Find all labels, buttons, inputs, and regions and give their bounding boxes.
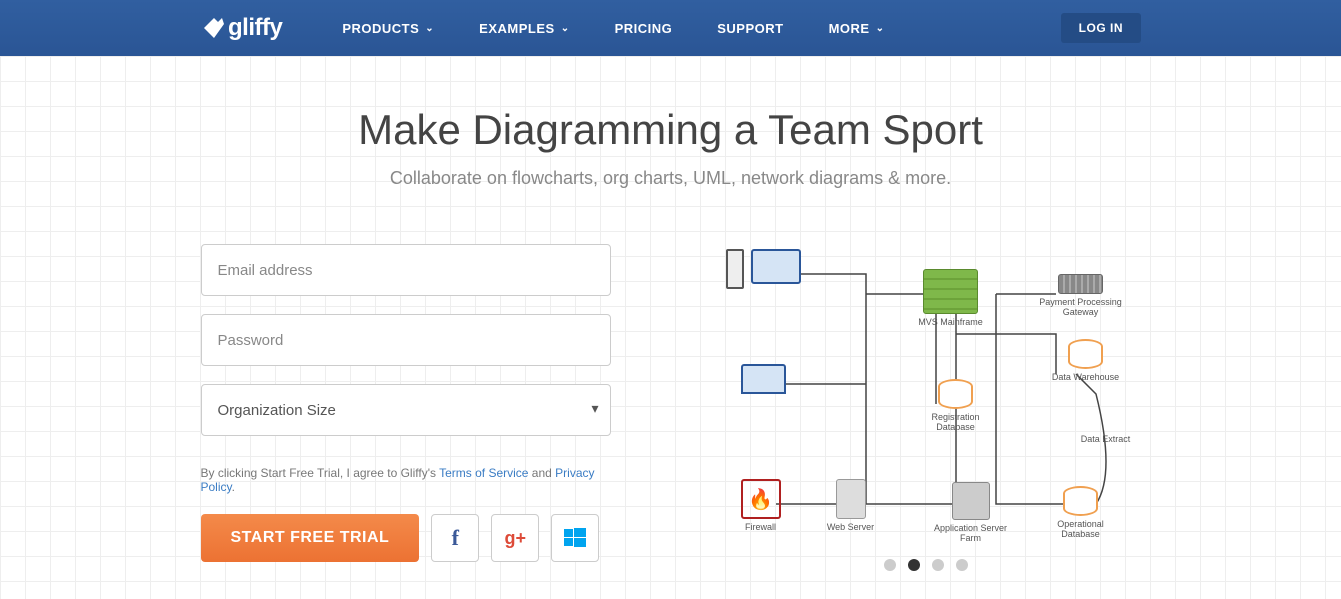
nav-pricing-label: PRICING bbox=[615, 21, 673, 36]
login-button[interactable]: LOG IN bbox=[1061, 13, 1141, 43]
carousel-dots bbox=[884, 559, 968, 571]
legal-text: By clicking Start Free Trial, I agree to… bbox=[201, 466, 611, 494]
mvs-label: MVS Mainframe bbox=[918, 317, 983, 327]
carousel-dot-1[interactable] bbox=[908, 559, 920, 571]
operational-node: Operational Database bbox=[1041, 486, 1121, 539]
hero-subtitle: Collaborate on flowcharts, org charts, U… bbox=[390, 168, 951, 189]
google-plus-login-button[interactable]: g+ bbox=[491, 514, 539, 562]
nav-more[interactable]: MORE ⌄ bbox=[829, 21, 885, 36]
appserver-label: Application Server Farm bbox=[934, 523, 1007, 543]
nav-products-label: PRODUCTS bbox=[342, 21, 419, 36]
chevron-down-icon: ⌄ bbox=[425, 23, 434, 34]
carousel-dot-0[interactable] bbox=[884, 559, 896, 571]
nav-examples-label: EXAMPLES bbox=[479, 21, 555, 36]
hero-content: Organization Size By clicking Start Free… bbox=[201, 244, 1141, 571]
chevron-down-icon: ⌄ bbox=[876, 23, 885, 34]
google-plus-icon: g+ bbox=[505, 528, 527, 549]
email-input[interactable] bbox=[201, 244, 611, 296]
hero-title: Make Diagramming a Team Sport bbox=[358, 106, 983, 154]
nav-left-group: gliffy PRODUCTS ⌄ EXAMPLES ⌄ PRICING SUPPO… bbox=[200, 14, 884, 42]
nav-support-label: SUPPORT bbox=[717, 21, 783, 36]
signup-form: Organization Size By clicking Start Free… bbox=[201, 244, 611, 571]
password-input[interactable] bbox=[201, 314, 611, 366]
payment-label: Payment Processing Gateway bbox=[1039, 297, 1122, 317]
legal-prefix: By clicking Start Free Trial, I agree to… bbox=[201, 466, 440, 480]
start-free-trial-button[interactable]: START FREE TRIAL bbox=[201, 514, 420, 562]
facebook-login-button[interactable]: f bbox=[431, 514, 479, 562]
hero-section: Make Diagramming a Team Sport Collaborat… bbox=[0, 56, 1341, 599]
carousel-dot-2[interactable] bbox=[932, 559, 944, 571]
appserver-node: Application Server Farm bbox=[926, 482, 1016, 543]
mvs-node: MVS Mainframe bbox=[916, 269, 986, 327]
logo-icon bbox=[200, 14, 228, 42]
payment-node: Payment Processing Gateway bbox=[1036, 274, 1126, 317]
webserver-node: Web Server bbox=[826, 479, 876, 532]
chevron-down-icon: ⌄ bbox=[561, 23, 570, 34]
extract-label-node: Data Extract bbox=[1076, 434, 1136, 444]
nav-examples[interactable]: EXAMPLES ⌄ bbox=[479, 21, 569, 36]
logo[interactable]: gliffy bbox=[200, 14, 282, 42]
monitor-node bbox=[751, 249, 801, 287]
network-diagram-image: MVS Mainframe Payment Processing Gateway… bbox=[716, 244, 1136, 544]
carousel-dot-3[interactable] bbox=[956, 559, 968, 571]
warehouse-label: Data Warehouse bbox=[1052, 372, 1119, 382]
firewall-node: 🔥Firewall bbox=[736, 479, 786, 532]
nav-products[interactable]: PRODUCTS ⌄ bbox=[342, 21, 434, 36]
action-row: START FREE TRIAL f g+ bbox=[201, 514, 611, 562]
registration-label: Registration Database bbox=[931, 412, 979, 432]
microsoft-login-button[interactable] bbox=[551, 514, 599, 562]
tower-node bbox=[726, 249, 744, 292]
logo-text: gliffy bbox=[228, 14, 282, 42]
webserver-label: Web Server bbox=[827, 522, 874, 532]
nav-more-label: MORE bbox=[829, 21, 870, 36]
operational-label: Operational Database bbox=[1057, 519, 1104, 539]
tos-link[interactable]: Terms of Service bbox=[439, 466, 528, 480]
top-navbar: gliffy PRODUCTS ⌄ EXAMPLES ⌄ PRICING SUPPO… bbox=[0, 0, 1341, 56]
registration-node: Registration Database bbox=[916, 379, 996, 432]
org-size-select[interactable]: Organization Size bbox=[201, 384, 611, 436]
org-size-select-wrapper: Organization Size bbox=[201, 384, 611, 436]
extract-label: Data Extract bbox=[1081, 434, 1131, 444]
nav-support[interactable]: SUPPORT bbox=[717, 21, 783, 36]
diagram-carousel: MVS Mainframe Payment Processing Gateway… bbox=[711, 244, 1141, 571]
warehouse-node: Data Warehouse bbox=[1051, 339, 1121, 382]
firewall-label: Firewall bbox=[745, 522, 776, 532]
nav-items: PRODUCTS ⌄ EXAMPLES ⌄ PRICING SUPPORT MORE… bbox=[342, 21, 884, 36]
facebook-icon: f bbox=[452, 525, 459, 551]
nav-pricing[interactable]: PRICING bbox=[615, 21, 673, 36]
windows-icon bbox=[564, 527, 586, 549]
laptop-node bbox=[741, 364, 786, 397]
legal-and: and bbox=[528, 466, 555, 480]
